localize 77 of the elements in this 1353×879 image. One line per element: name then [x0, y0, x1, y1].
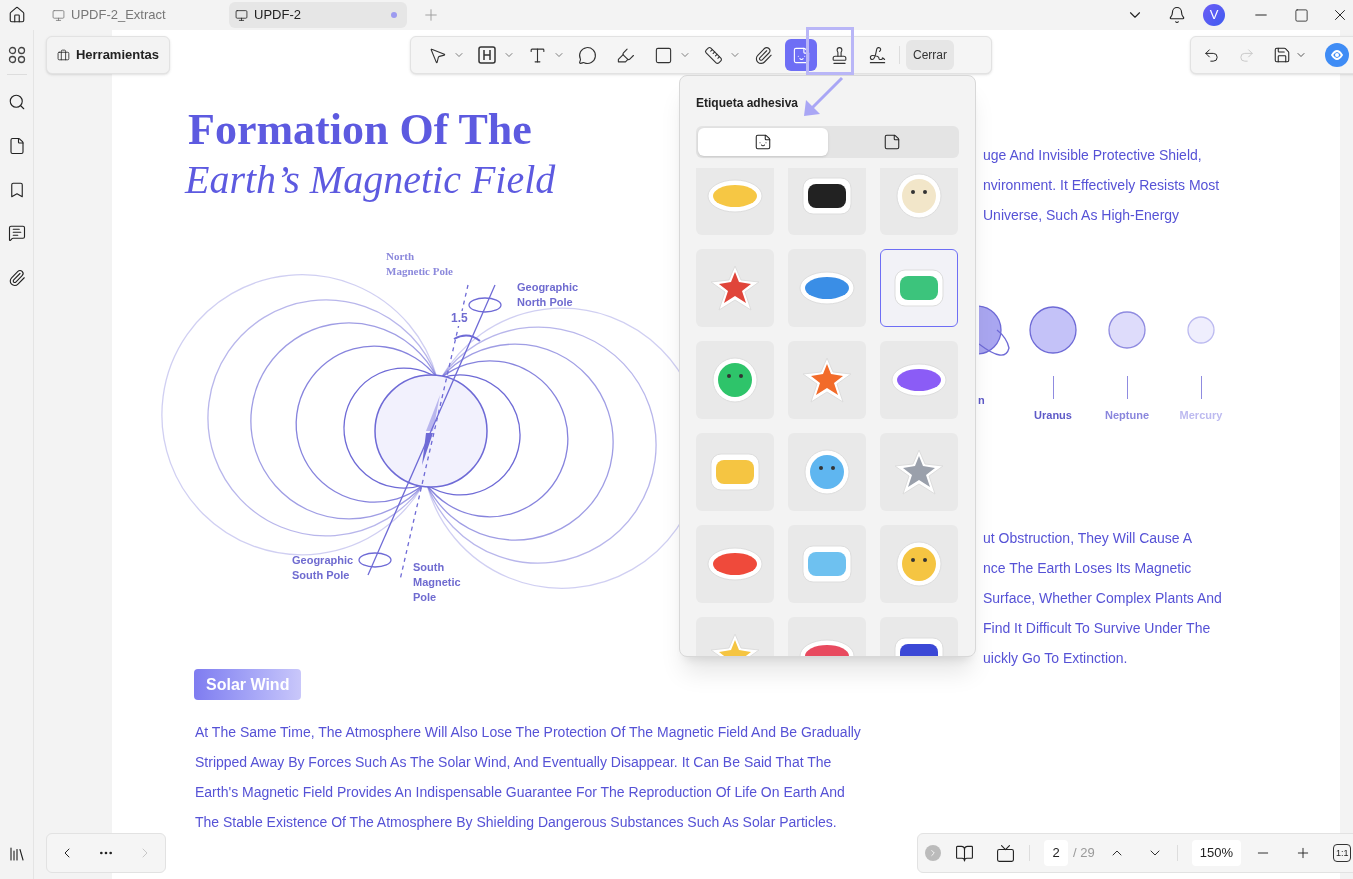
section-heading: Solar Wind — [194, 669, 302, 700]
undo-icon[interactable] — [1203, 46, 1220, 64]
tab-title: UPDF-2 — [254, 6, 301, 25]
presentation-icon[interactable] — [996, 843, 1015, 863]
paragraph-line: Stripped Away By Forces Such As The Solar Wind, And Eventually Disappear. It Can Be Said That The — [195, 753, 833, 772]
tab-title: UPDF-2_Extract — [71, 6, 166, 25]
sticker-tile[interactable] — [880, 168, 958, 235]
planet-label: Neptune — [1105, 408, 1149, 423]
sticker-tile[interactable] — [788, 341, 866, 419]
sticker-tile[interactable] — [788, 525, 866, 603]
sticker-tile[interactable] — [880, 341, 958, 419]
highlight-frame — [806, 27, 854, 75]
sticker-tile[interactable] — [696, 433, 774, 511]
diagram-label: Geographic South Pole — [292, 553, 354, 583]
custom-sticker-icon — [883, 133, 902, 151]
paragraph-line: Universe, Such As High-Energy — [983, 206, 1181, 225]
document-title: Formation Of The — [188, 105, 532, 155]
home-icon — [8, 6, 26, 24]
sticker-tile[interactable] — [788, 433, 866, 511]
document-subtitle: Earth’s Magnetic Field — [185, 156, 556, 204]
apps-icon[interactable] — [7, 46, 26, 64]
paragraph-line: The Stable Existence Of The Atmosphere By Shielding Dangerous Substances Such As Solar Particles. — [195, 813, 838, 832]
maximize-icon[interactable] — [1294, 7, 1309, 23]
sticker-tile[interactable] — [788, 168, 866, 235]
actual-size-button[interactable]: 1:1 — [1332, 844, 1352, 862]
tools-button[interactable]: Herramientas — [46, 36, 170, 74]
diagram-label: 1.5 — [450, 311, 469, 326]
planet-label: Uranus — [1034, 408, 1072, 423]
two-page-icon[interactable] — [955, 843, 974, 863]
document-tab[interactable]: UPDF-2_Extract — [46, 2, 224, 28]
comment-icon — [577, 45, 597, 65]
signature-icon — [867, 45, 887, 65]
user-avatar[interactable]: V — [1203, 4, 1225, 26]
paragraph-line: Earth's Magnetic Field Provides An Indispensable Guarantee For The Reproduction Of Life On Earth And — [195, 783, 846, 802]
ai-assistant-icon[interactable] — [1325, 43, 1349, 67]
sticker-icon — [753, 133, 772, 151]
paragraph-line: Surface, Whether Complex Plants And — [983, 588, 1223, 608]
rectangle-icon — [653, 45, 673, 65]
monitor-icon — [235, 8, 248, 22]
page-field[interactable]: 2 — [1044, 840, 1068, 866]
sticker-tile[interactable] — [880, 433, 958, 511]
page-icon[interactable] — [7, 137, 26, 155]
sticker-tile[interactable] — [880, 525, 958, 603]
paragraph-line: uge And Invisible Protective Shield, — [983, 146, 1203, 165]
diagram-label: Geographic North Pole — [517, 280, 579, 310]
paragraph-line: Find It Difficult To Survive Under The — [983, 618, 1212, 638]
bell-icon[interactable] — [1168, 6, 1186, 24]
sticker-tile[interactable] — [696, 249, 774, 327]
paragraph-line: uickly Go To Extinction. — [983, 648, 1129, 668]
save-icon[interactable] — [1273, 46, 1291, 64]
paragraph-line: At The Same Time, The Atmosphere Will Also Lose The Protection Of The Magnetic Field And Be Gradually — [195, 723, 862, 742]
sticker-tile[interactable] — [880, 249, 958, 327]
paperclip-icon — [753, 45, 773, 65]
diagram-label: North Magnetic Pole — [386, 249, 453, 279]
library-icon[interactable] — [7, 845, 26, 863]
comment-icon[interactable] — [7, 224, 26, 242]
planet-label: n — [978, 393, 985, 408]
panel-title: Etiqueta adhesiva — [696, 95, 800, 112]
paragraph-line: nce The Earth Loses Its Magnetic — [983, 558, 1193, 578]
document-tab[interactable]: UPDF-2 — [229, 2, 407, 28]
sticker-tile[interactable] — [788, 249, 866, 327]
zoom-field[interactable]: 150% — [1191, 840, 1241, 866]
search-icon[interactable] — [7, 93, 26, 111]
sticker-tile[interactable] — [696, 168, 774, 235]
monitor-icon — [52, 8, 65, 22]
ruler-icon — [703, 45, 723, 65]
text-box-icon — [477, 45, 497, 65]
page-count: / 29 — [1073, 844, 1095, 863]
chevron-right-icon — [928, 848, 938, 858]
close-tool-button[interactable]: Cerrar — [906, 40, 954, 70]
sticker-tile[interactable] — [696, 525, 774, 603]
diagram-label: South Magnetic Pole — [413, 560, 461, 605]
planet-label: Mercury — [1179, 408, 1223, 423]
paragraph-line: nvironment. It Effectively Resists Most — [983, 176, 1221, 195]
sticker-tile[interactable] — [696, 341, 774, 419]
paragraph-line: ut Obstruction, They Will Cause A — [983, 528, 1194, 548]
paperclip-icon[interactable] — [7, 269, 26, 287]
